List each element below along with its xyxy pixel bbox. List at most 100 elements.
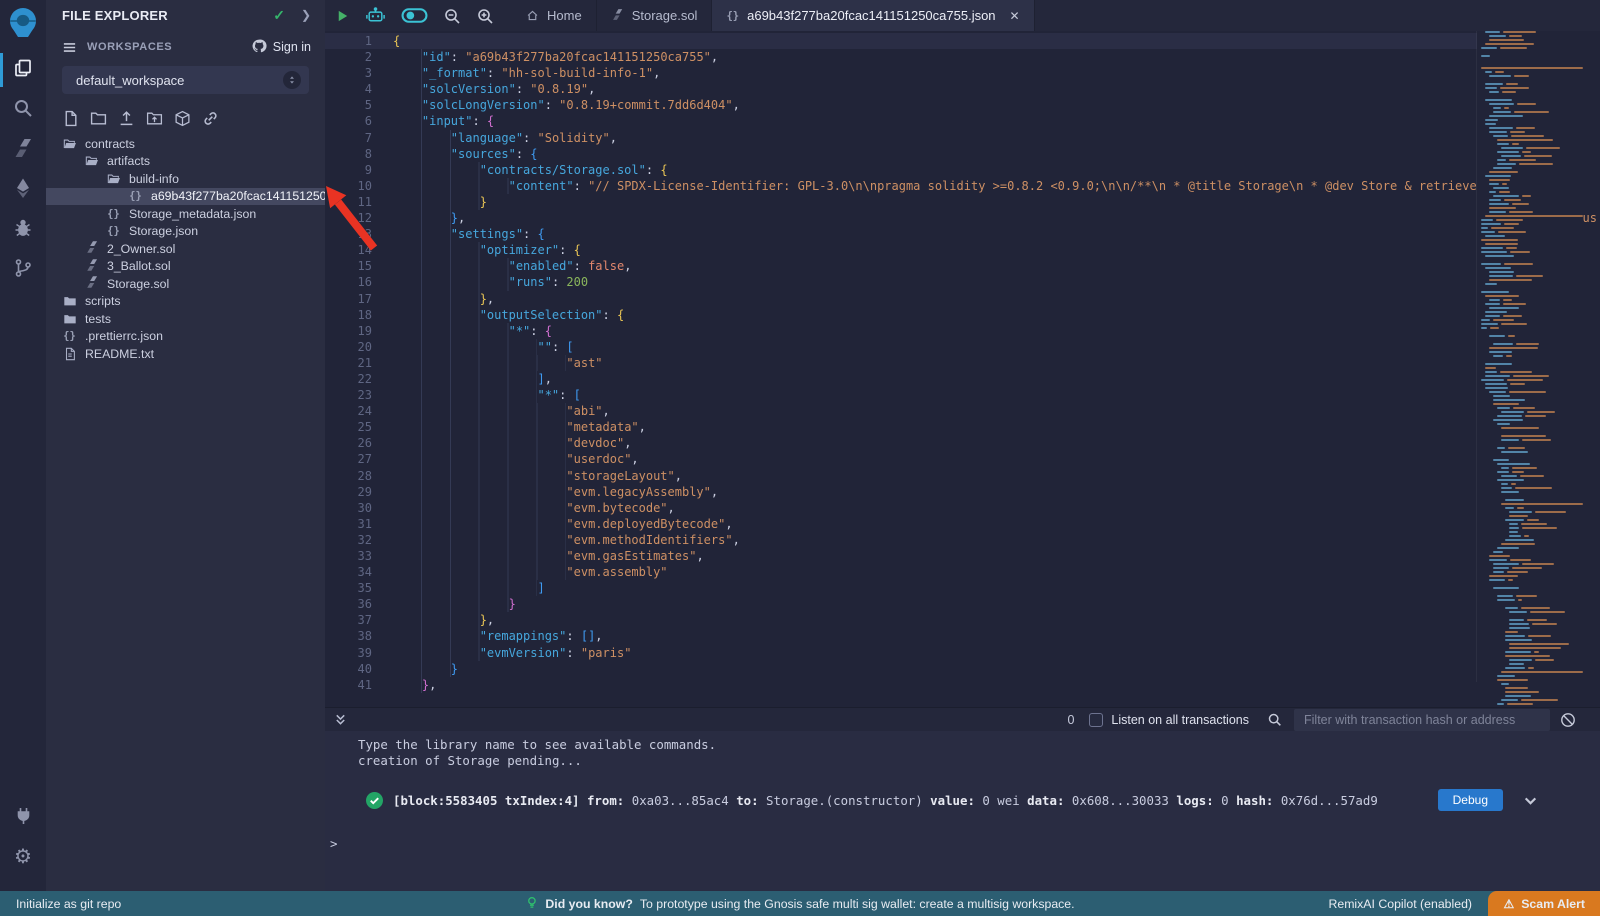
workspace-select[interactable]: default_workspace (62, 66, 309, 94)
tree-item[interactable]: {} a69b43f277ba20fcac141151250ca7... (46, 188, 325, 206)
line-number: 1 (325, 33, 372, 49)
tree-item[interactable]: contracts (46, 135, 325, 153)
upload-file-button[interactable] (118, 110, 135, 127)
init-git-repo-button[interactable]: Initialize as git repo (16, 897, 121, 911)
code-line: "id": "a69b43f277ba20fcac141151250ca755"… (393, 49, 1477, 65)
code-line: "input": { (393, 113, 1477, 129)
activity-item-file-explorer[interactable] (0, 50, 46, 90)
check-icon[interactable]: ✓ (273, 7, 285, 24)
activity-item-settings[interactable]: ⚙ (0, 837, 46, 877)
editor-tab[interactable]: Storage.sol (597, 0, 713, 31)
editor-tab[interactable]: Home (512, 0, 597, 31)
sign-in-button[interactable]: Sign in (251, 38, 311, 57)
scam-alert-button[interactable]: ⚠ Scam Alert (1488, 891, 1600, 916)
folder-open-icon (106, 172, 121, 186)
code-line: } (393, 661, 1477, 677)
line-number: 15 (325, 258, 372, 274)
code-line: "optimizer": { (393, 242, 1477, 258)
ipfs-box-icon[interactable] (174, 110, 191, 127)
terminal-collapse-icon[interactable] (334, 713, 347, 726)
line-number: 34 (325, 564, 372, 580)
tree-item[interactable]: build-info (46, 170, 325, 188)
clear-console-icon[interactable] (1560, 712, 1576, 728)
hamburger-menu-icon[interactable] (62, 40, 77, 55)
tree-item[interactable]: README.txt (46, 345, 325, 363)
editor-tab[interactable]: {}a69b43f277ba20fcac141151250ca755.json✕ (712, 0, 1034, 31)
new-file-button[interactable] (62, 110, 79, 127)
activity-item-solidity-compiler[interactable] (0, 130, 46, 170)
line-number: 38 (325, 628, 372, 644)
file-explorer-icon (12, 57, 34, 84)
tree-item[interactable]: {}Storage_metadata.json (46, 205, 325, 223)
copilot-status[interactable]: RemixAI Copilot (enabled) (1328, 897, 1472, 911)
code-line: }, (393, 612, 1477, 628)
listen-all-transactions-checkbox[interactable] (1089, 713, 1103, 727)
json-icon: {} (128, 189, 143, 203)
transaction-count-badge: 0 (1067, 713, 1074, 727)
tree-item[interactable]: Storage.sol (46, 275, 325, 293)
code-line: "": [ (393, 339, 1477, 355)
line-number: 8 (325, 146, 372, 162)
tree-item[interactable]: 3_Ballot.sol (46, 258, 325, 276)
copilot-toggle[interactable] (401, 7, 428, 24)
code-line: "evm.gasEstimates", (393, 548, 1477, 564)
minimap[interactable] (1476, 31, 1587, 682)
code-line: "runs": 200 (393, 274, 1477, 290)
workspaces-label: WORKSPACES (87, 41, 251, 53)
activity-item-remix-logo[interactable] (0, 2, 46, 50)
tree-item[interactable]: {}Storage.json (46, 223, 325, 241)
transaction-log-row[interactable]: [block:5583405 txIndex:4] from: 0xa03...… (366, 792, 1600, 809)
tab-close-icon[interactable]: ✕ (1010, 9, 1020, 23)
line-number: 41 (325, 677, 372, 693)
line-number: 18 (325, 307, 372, 323)
zoom-out-button[interactable] (443, 7, 461, 25)
solidity-icon (84, 277, 99, 291)
line-number: 35 (325, 580, 372, 596)
tip-text: To prototype using the Gnosis safe multi… (640, 897, 1075, 911)
line-number-gutter: 1234567891011121314151617181920212223242… (325, 33, 372, 693)
tree-item[interactable]: artifacts (46, 153, 325, 171)
code-editor[interactable]: 1234567891011121314151617181920212223242… (325, 31, 1600, 682)
warning-icon: ⚠ (1503, 897, 1514, 911)
run-script-button[interactable] (335, 8, 350, 24)
folder-open-icon (62, 137, 77, 151)
code-line: ], (393, 371, 1477, 387)
copilot-robot-icon[interactable] (365, 7, 386, 24)
activity-item-plugin-manager[interactable] (0, 797, 46, 837)
line-number: 25 (325, 419, 372, 435)
tree-item[interactable]: {}.prettierrc.json (46, 328, 325, 346)
upload-folder-button[interactable] (146, 110, 163, 127)
terminal-prompt[interactable]: > (330, 836, 1600, 851)
code-line: "ast" (393, 355, 1477, 371)
tree-item[interactable]: scripts (46, 293, 325, 311)
lightbulb-icon (525, 896, 538, 912)
transaction-filter-input[interactable] (1294, 709, 1550, 731)
code-line: "contracts/Storage.sol": { (393, 162, 1477, 178)
activity-item-search[interactable] (0, 90, 46, 130)
zoom-in-button[interactable] (476, 7, 494, 25)
tree-item[interactable]: 2_Owner.sol (46, 240, 325, 258)
plugin-manager-icon (12, 804, 34, 831)
code-line: "settings": { (393, 226, 1477, 242)
activity-item-deploy-run[interactable] (0, 170, 46, 210)
code-line: "enabled": false, (393, 258, 1477, 274)
code-line: "remappings": [], (393, 628, 1477, 644)
tree-item-label: a69b43f277ba20fcac141151250ca7... (151, 189, 325, 203)
home-icon (526, 9, 539, 22)
code-line: "evmVersion": "paris" (393, 645, 1477, 661)
debug-button[interactable]: Debug (1438, 789, 1503, 811)
tree-item[interactable]: tests (46, 310, 325, 328)
chevron-right-icon[interactable]: ❯ (301, 8, 311, 22)
new-folder-button[interactable] (90, 110, 107, 127)
tree-item-label: Storage.sol (107, 277, 169, 291)
activity-item-git[interactable] (0, 250, 46, 290)
tree-item-label: .prettierrc.json (85, 329, 163, 343)
code-line: "evm.assembly" (393, 564, 1477, 580)
terminal[interactable]: Type the library name to see available c… (325, 731, 1600, 891)
json-icon: {} (726, 10, 739, 22)
file-tree: contractsartifactsbuild-info{} a69b43f277… (46, 135, 325, 363)
link-icon[interactable] (202, 110, 219, 127)
code-line: } (393, 194, 1477, 210)
activity-item-debugger[interactable] (0, 210, 46, 250)
expand-transaction-icon[interactable] (1523, 793, 1538, 808)
